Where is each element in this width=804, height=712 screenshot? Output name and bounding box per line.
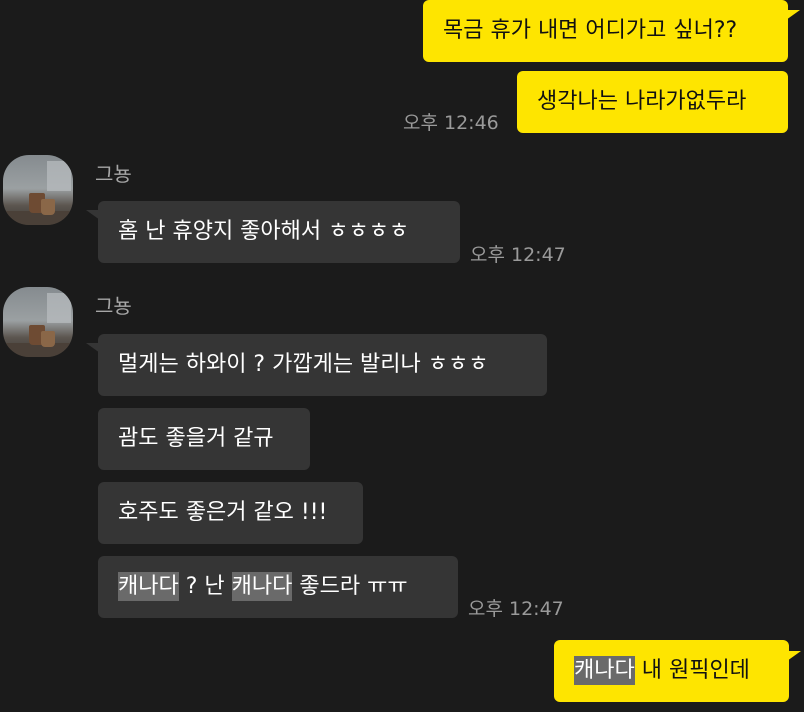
avatar-photo-detail (47, 293, 71, 323)
sender-name: 그뇽 (95, 162, 132, 186)
incoming-message-bubble[interactable]: 캐나다 ? 난 캐나다 좋드라 ㅠㅠ (98, 556, 458, 618)
message-timestamp: 오후 12:47 (468, 598, 564, 620)
message-text: 좋드라 ㅠㅠ (292, 574, 408, 599)
incoming-message-bubble[interactable]: 홈 난 휴양지 좋아해서 ㅎㅎㅎㅎ (98, 201, 460, 263)
message-text: 생각나는 나라가없두라 (537, 89, 747, 114)
sender-avatar[interactable] (3, 287, 73, 357)
message-timestamp: 오후 12:47 (470, 244, 566, 266)
message-text: 목금 휴가 내면 어디가고 싶너?? (443, 18, 738, 43)
incoming-message-bubble[interactable]: 괌도 좋을거 같규 (98, 408, 310, 470)
incoming-message-bubble[interactable]: 호주도 좋은거 같오 !!! (98, 482, 363, 544)
search-highlight: 캐나다 (231, 572, 293, 601)
bubble-tail (786, 10, 800, 20)
sender-avatar[interactable] (3, 155, 73, 225)
sender-name: 그뇽 (95, 294, 132, 318)
message-text: 멀게는 하와이 ? 가깝게는 발리나 ㅎㅎㅎ (118, 352, 489, 377)
outgoing-message-bubble[interactable]: 목금 휴가 내면 어디가고 싶너?? (423, 0, 788, 62)
outgoing-message-bubble[interactable]: 캐나다 내 원픽인데 (554, 640, 789, 702)
avatar-photo-detail (41, 331, 55, 347)
message-timestamp: 오후 12:46 (403, 112, 499, 134)
incoming-message-bubble[interactable]: 멀게는 하와이 ? 가깝게는 발리나 ㅎㅎㅎ (98, 334, 547, 396)
message-text: 괌도 좋을거 같규 (118, 426, 274, 451)
avatar-photo-detail (3, 343, 73, 357)
message-text: 호주도 좋은거 같오 !!! (118, 500, 328, 525)
message-text: ? 난 (178, 574, 232, 599)
bubble-tail (787, 651, 801, 661)
avatar-photo-detail (3, 211, 73, 225)
message-text: 홈 난 휴양지 좋아해서 ㅎㅎㅎㅎ (118, 219, 410, 244)
search-highlight: 캐나다 (118, 572, 179, 601)
chat-message-list[interactable]: 목금 휴가 내면 어디가고 싶너?? 오후 12:46 생각나는 나라가없두라 … (0, 0, 804, 712)
avatar-photo-detail (47, 161, 71, 191)
message-text: 내 원픽인데 (634, 658, 750, 683)
outgoing-message-bubble[interactable]: 생각나는 나라가없두라 (517, 71, 788, 133)
avatar-photo-detail (41, 199, 55, 215)
search-highlight: 캐나다 (574, 656, 635, 685)
